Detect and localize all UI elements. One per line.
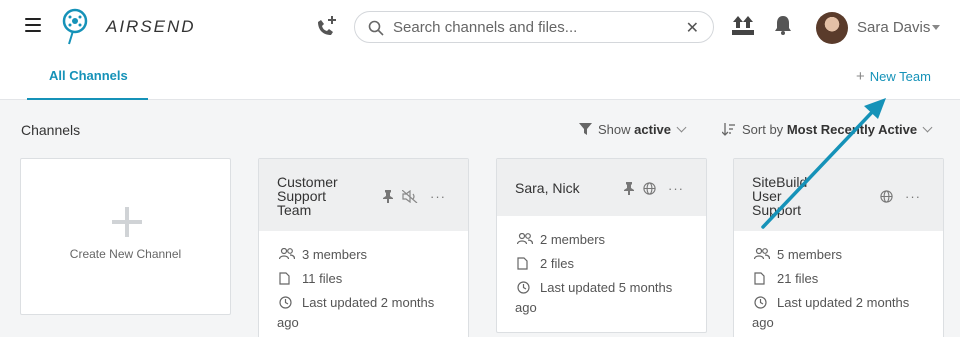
more-options-icon[interactable]: ··· <box>430 189 446 204</box>
channel-title-line: Support <box>277 188 327 204</box>
tab-all-channels-label: All Channels <box>49 68 128 83</box>
tab-all-channels[interactable]: All Channels <box>27 56 148 100</box>
pin-icon[interactable] <box>382 190 394 203</box>
add-call-icon[interactable] <box>313 14 339 40</box>
last-updated: Last updated 5 months <box>540 280 673 295</box>
channel-card[interactable]: SiteBuild User Support ··· 5 members 21 … <box>733 158 944 337</box>
channel-card-icons: ··· <box>623 181 684 196</box>
channel-title-line: Customer <box>277 174 338 190</box>
members-row: 2 members <box>515 228 688 252</box>
channel-title-line: SiteBuild <box>752 174 808 190</box>
members-icon <box>279 248 295 260</box>
pin-icon[interactable] <box>623 182 635 195</box>
globe-icon[interactable] <box>880 190 893 203</box>
search-icon <box>368 20 384 36</box>
sort-prefix: Sort by <box>742 122 784 137</box>
channel-card-icons: ··· <box>880 189 921 204</box>
files-row: 2 files <box>515 252 688 276</box>
channel-title-line: Sara, Nick <box>515 180 580 196</box>
members-row: 5 members <box>752 243 925 267</box>
sort-value: Most Recently Active <box>786 122 918 137</box>
more-options-icon[interactable]: ··· <box>668 181 684 196</box>
airsend-logo-icon <box>62 8 88 45</box>
filter-dropdown[interactable]: Show active <box>579 122 687 137</box>
channels-area: Channels Show active Sort by Most Recent… <box>0 100 960 337</box>
updated-row: Last updated 5 months ago <box>515 276 688 318</box>
channel-title: Customer Support Team <box>277 175 338 217</box>
filter-funnel-icon <box>579 123 592 135</box>
clock-icon <box>754 296 767 309</box>
new-team-label: New Team <box>869 69 931 84</box>
tab-bar: All Channels + New Team <box>0 56 960 100</box>
globe-icon[interactable] <box>643 182 656 195</box>
channel-card[interactable]: Customer Support Team ··· 3 members 11 f… <box>258 158 469 337</box>
brand-name: AIRSEND <box>106 17 196 36</box>
last-updated-tail: ago <box>515 300 537 315</box>
channel-title-line: Support <box>752 202 802 218</box>
clock-icon <box>279 296 292 309</box>
user-name[interactable]: Sara Davis <box>857 19 930 36</box>
members-row: 3 members <box>277 243 450 267</box>
channel-card-header: Sara, Nick ··· <box>497 159 706 216</box>
last-updated: Last updated 2 months <box>302 295 435 310</box>
notifications-bell-icon[interactable] <box>772 14 794 36</box>
channel-card-header: Customer Support Team ··· <box>259 159 468 231</box>
files-count: 11 files <box>302 271 343 286</box>
create-channel-card[interactable]: Create New Channel <box>20 158 231 315</box>
plus-icon <box>112 207 142 237</box>
hamburger-menu-icon[interactable] <box>25 18 41 32</box>
new-team-button[interactable]: + New Team <box>856 68 931 85</box>
more-options-icon[interactable]: ··· <box>905 189 921 204</box>
plus-icon: + <box>856 68 865 85</box>
channel-card-icons: ··· <box>382 189 446 204</box>
user-avatar[interactable] <box>816 12 848 44</box>
members-icon <box>754 248 770 260</box>
channel-title: Sara, Nick <box>515 181 580 195</box>
user-menu-caret-icon[interactable] <box>932 25 940 30</box>
clear-search-icon[interactable]: ✕ <box>686 18 699 38</box>
channel-card-body: 2 members 2 files Last updated 5 months a… <box>497 216 706 318</box>
search-bar: ✕ <box>354 11 714 43</box>
sort-dropdown[interactable]: Sort by Most Recently Active <box>721 122 933 137</box>
filter-value: active <box>634 122 672 137</box>
muted-speaker-icon[interactable] <box>402 190 418 203</box>
files-count: 2 files <box>540 256 574 271</box>
updated-row: Last updated 2 months ago <box>752 291 925 333</box>
channel-card[interactable]: Sara, Nick ··· 2 members 2 files Last up… <box>496 158 707 333</box>
channel-title: SiteBuild User Support <box>752 175 807 217</box>
files-row: 21 files <box>752 267 925 291</box>
channel-card-body: 5 members 21 files Last updated 2 months… <box>734 231 943 333</box>
sort-icon <box>721 123 735 136</box>
search-input[interactable] <box>393 17 683 38</box>
chevron-down-icon <box>676 122 687 133</box>
updated-row: Last updated 2 months ago <box>277 291 450 333</box>
file-icon <box>517 257 528 270</box>
channel-card-body: 3 members 11 files Last updated 2 months… <box>259 231 468 333</box>
files-row: 11 files <box>277 267 450 291</box>
files-count: 21 files <box>777 271 819 286</box>
channel-card-header: SiteBuild User Support ··· <box>734 159 943 231</box>
last-updated: Last updated 2 months <box>777 295 910 310</box>
last-updated-tail: ago <box>277 315 299 330</box>
members-count: 2 members <box>540 232 606 247</box>
file-icon <box>754 272 765 285</box>
last-updated-tail: ago <box>752 315 774 330</box>
members-count: 5 members <box>777 247 843 262</box>
members-count: 3 members <box>302 247 368 262</box>
top-header: AIRSEND ✕ Sara Davis <box>0 0 960 56</box>
channel-title-line: Team <box>277 202 312 218</box>
section-title: Channels <box>21 122 81 138</box>
channel-title-line: User <box>752 188 782 204</box>
chevron-down-icon <box>922 122 933 133</box>
clock-icon <box>517 281 530 294</box>
filter-prefix: Show <box>598 122 631 137</box>
upload-icon[interactable] <box>731 13 755 37</box>
file-icon <box>279 272 290 285</box>
members-icon <box>517 233 533 245</box>
create-channel-label: Create New Channel <box>69 247 182 261</box>
